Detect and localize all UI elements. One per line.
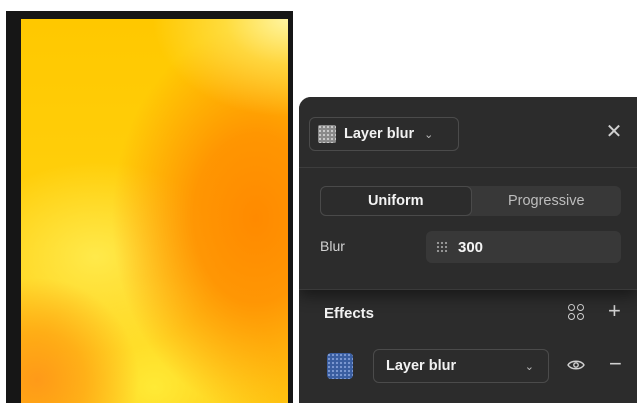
blur-label: Blur <box>320 238 345 254</box>
effect-item-select[interactable]: Layer blur ⌄ <box>373 349 549 383</box>
chevron-down-icon: ⌄ <box>424 128 434 141</box>
mode-progressive-button[interactable]: Progressive <box>472 186 622 216</box>
popup-header: Layer blur ⌄ ✕ <box>299 97 637 168</box>
gradient-artwork[interactable] <box>21 19 288 403</box>
mode-uniform-button[interactable]: Uniform <box>320 186 472 216</box>
effect-styles-icon[interactable] <box>568 304 584 322</box>
effect-type-select[interactable]: Layer blur ⌄ <box>309 117 459 151</box>
blur-mode-segmented-control: Uniform Progressive <box>320 186 621 216</box>
properties-panel: Layer blur ⌄ ✕ Uniform Progressive Blur … <box>299 97 637 403</box>
effect-swatch[interactable] <box>327 353 353 379</box>
effect-type-label: Layer blur <box>344 126 415 142</box>
effect-item-label: Layer blur <box>386 358 457 374</box>
blur-amount-value[interactable]: 300 <box>458 239 483 256</box>
remove-effect-button[interactable]: − <box>609 352 622 376</box>
blur-swatch-icon <box>318 125 336 143</box>
eye-icon[interactable] <box>567 359 585 371</box>
canvas-frame <box>6 11 293 403</box>
effects-section-title: Effects <box>324 305 375 322</box>
effect-settings-popup: Layer blur ⌄ ✕ Uniform Progressive Blur … <box>299 97 637 290</box>
chevron-down-icon: ⌄ <box>524 360 534 373</box>
blur-amount-field[interactable]: 300 <box>426 231 621 263</box>
close-button[interactable]: ✕ <box>605 122 623 142</box>
drag-grid-icon[interactable] <box>436 241 448 253</box>
add-effect-button[interactable]: + <box>608 299 621 323</box>
